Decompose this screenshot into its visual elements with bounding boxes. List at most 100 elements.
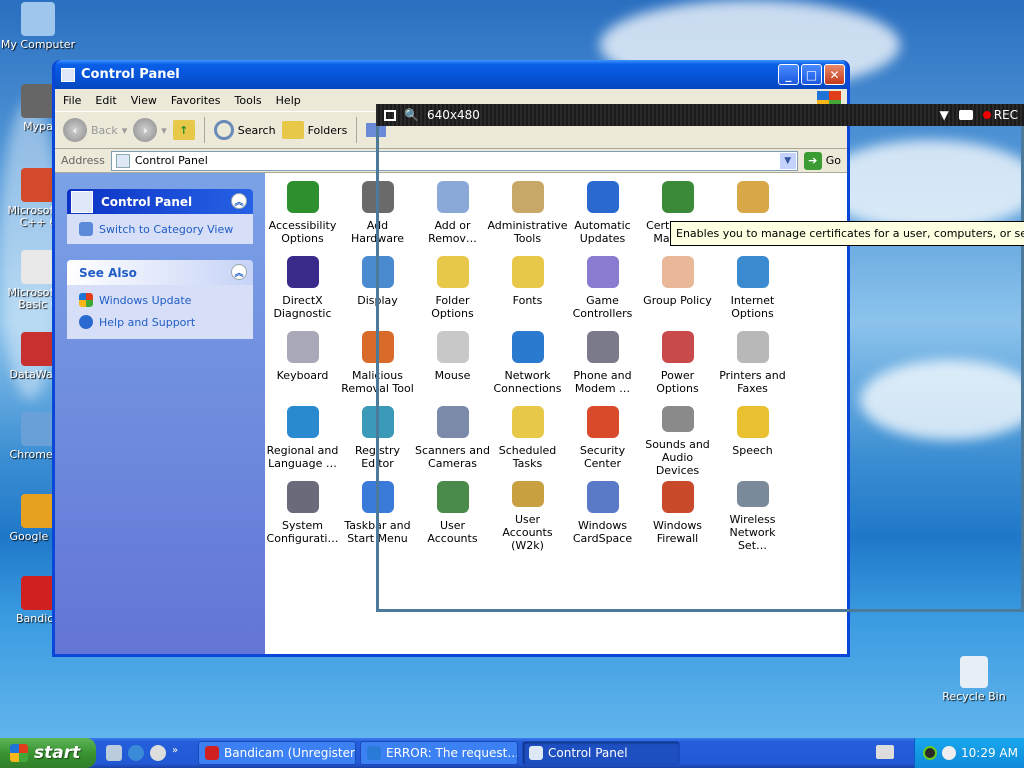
capture-size[interactable]: 640x480 bbox=[427, 108, 480, 122]
rec-button[interactable]: REC bbox=[982, 108, 1018, 122]
media-player-icon[interactable] bbox=[150, 745, 166, 761]
cp-item[interactable]: Fonts bbox=[490, 252, 565, 327]
menu-file[interactable]: File bbox=[63, 94, 81, 107]
cp-item[interactable]: Power Options bbox=[640, 327, 715, 402]
cp-item-label: Speech bbox=[732, 444, 773, 457]
cp-item[interactable]: User Accounts (W2k) bbox=[490, 477, 565, 552]
back-dropdown-icon[interactable]: ▾ bbox=[122, 124, 128, 137]
internet-explorer-icon[interactable] bbox=[128, 745, 144, 761]
network-icon bbox=[511, 331, 544, 363]
menu-view[interactable]: View bbox=[131, 94, 157, 107]
search-button[interactable]: Search bbox=[213, 120, 276, 140]
cp-item-label: Add or Remov… bbox=[428, 219, 477, 245]
help-and-support-link[interactable]: Help and Support bbox=[67, 311, 253, 333]
switch-to-category-view-link[interactable]: Switch to Category View bbox=[67, 214, 253, 244]
cp-item-label: User Accounts bbox=[427, 519, 478, 545]
cp-item[interactable]: Automatic Updates bbox=[565, 177, 640, 252]
keyboard-icon[interactable] bbox=[876, 745, 894, 759]
display-icon bbox=[361, 256, 394, 288]
camera-icon[interactable] bbox=[958, 110, 973, 120]
mypa-icon bbox=[21, 84, 55, 118]
cp-item[interactable]: Add or Remov… bbox=[415, 177, 490, 252]
users-key-icon bbox=[511, 481, 544, 507]
menu-favorites[interactable]: Favorites bbox=[171, 94, 221, 107]
cp-item[interactable]: Internet Options bbox=[715, 252, 790, 327]
address-field[interactable]: Control Panel ▼ bbox=[110, 150, 798, 171]
cp-item[interactable]: Administrative Tools bbox=[487, 177, 568, 252]
cp-item[interactable]: Scanners and Cameras bbox=[415, 402, 490, 477]
up-button[interactable]: ↑ bbox=[172, 120, 195, 140]
start-button[interactable]: start bbox=[0, 738, 96, 768]
cp-item[interactable]: Taskbar and Start Menu bbox=[340, 477, 415, 552]
close-button[interactable]: ✕ bbox=[824, 64, 845, 85]
scheduled-tasks-icon bbox=[511, 406, 544, 438]
cp-item[interactable]: Folder Options bbox=[415, 252, 490, 327]
minimize-button[interactable]: _ bbox=[778, 64, 799, 85]
control-panel-panel-header[interactable]: Control Panel ︽ bbox=[67, 189, 253, 214]
quick-launch-chevron-icon[interactable]: » bbox=[172, 745, 188, 761]
cd-install-icon bbox=[436, 181, 469, 213]
cp-item[interactable]: Group Policy bbox=[640, 252, 715, 327]
system-tray: 10:29 AM bbox=[914, 738, 1024, 768]
cp-item[interactable]: Game Controllers bbox=[565, 252, 640, 327]
forward-button[interactable]: › ▾ bbox=[133, 118, 167, 142]
recycle-bin[interactable]: Recycle Bin bbox=[934, 656, 1014, 703]
control-panel-small-icon bbox=[115, 153, 130, 168]
volume-icon[interactable] bbox=[942, 746, 956, 760]
title-bar[interactable]: Control Panel _ □ ✕ bbox=[55, 60, 847, 89]
cp-item[interactable]: Scheduled Tasks bbox=[490, 402, 565, 477]
cp-item[interactable]: Mouse bbox=[415, 327, 490, 402]
security-shield-icon bbox=[586, 406, 619, 438]
cp-item[interactable]: Registry Editor bbox=[340, 402, 415, 477]
cp-item-label: Automatic Updates bbox=[574, 219, 631, 245]
clock[interactable]: 10:29 AM bbox=[961, 746, 1018, 760]
cp-item[interactable]: Keyboard bbox=[265, 327, 340, 402]
back-button[interactable]: ‹ Back ▾ bbox=[63, 118, 127, 142]
task-button[interactable]: Bandicam (Unregister… bbox=[198, 741, 356, 765]
cp-item[interactable]: Speech bbox=[715, 402, 790, 477]
folders-button[interactable]: Folders bbox=[281, 121, 347, 139]
maximize-button[interactable]: □ bbox=[801, 64, 822, 85]
cp-item[interactable]: Regional and Language … bbox=[265, 402, 340, 477]
chromese-icon bbox=[21, 412, 55, 446]
zoom-icon[interactable]: 🔍 bbox=[404, 108, 419, 122]
window-mode-icon[interactable] bbox=[384, 109, 396, 121]
cp-item[interactable]: Malicious Removal Tool bbox=[340, 327, 415, 402]
address-dropdown-icon[interactable]: ▼ bbox=[779, 152, 796, 169]
menu-tools[interactable]: Tools bbox=[235, 94, 262, 107]
task-button[interactable]: ERROR: The request… bbox=[360, 741, 518, 765]
tray-app-icon[interactable] bbox=[923, 746, 937, 760]
cp-item[interactable]: User Accounts bbox=[415, 477, 490, 552]
cp-item[interactable]: Wireless Network Set… bbox=[715, 477, 790, 552]
firewall-icon bbox=[661, 481, 694, 513]
cp-item[interactable]: Windows CardSpace bbox=[565, 477, 640, 552]
cp-item[interactable]: Display bbox=[340, 252, 415, 327]
cloud bbox=[820, 140, 1024, 230]
cp-item[interactable]: Printers and Faxes bbox=[715, 327, 790, 402]
cp-item[interactable]: Windows Firewall bbox=[640, 477, 715, 552]
group-policy-icon bbox=[661, 256, 694, 288]
bandicam-dropdown-icon[interactable]: ▼ bbox=[939, 108, 948, 122]
show-desktop-icon[interactable] bbox=[106, 745, 122, 761]
task-button[interactable]: Control Panel bbox=[522, 741, 680, 765]
cp-item[interactable]: Security Center bbox=[565, 402, 640, 477]
cp-item[interactable]: System Configurati… bbox=[265, 477, 340, 552]
cp-item-label: Game Controllers bbox=[572, 294, 633, 320]
collapse-chevron-icon[interactable]: ︽ bbox=[231, 193, 247, 209]
cp-item[interactable]: Sounds and Audio Devices bbox=[640, 402, 715, 477]
address-bar: Address Control Panel ▼ ➔ Go bbox=[55, 149, 847, 173]
windows-update-icon bbox=[79, 293, 93, 307]
desktop-icon-my-computer[interactable]: My Computer bbox=[0, 2, 78, 51]
cp-item[interactable]: Add Hardware bbox=[340, 177, 415, 252]
go-button[interactable]: ➔ Go bbox=[803, 151, 841, 170]
see-also-header[interactable]: See Also ︽ bbox=[67, 260, 253, 285]
collapse-chevron-icon[interactable]: ︽ bbox=[231, 264, 247, 280]
menu-help[interactable]: Help bbox=[276, 94, 301, 107]
cp-item[interactable]: Accessibility Options bbox=[265, 177, 340, 252]
printer-icon bbox=[736, 331, 769, 363]
windows-update-link[interactable]: Windows Update bbox=[67, 285, 253, 311]
cp-item[interactable]: Network Connections bbox=[490, 327, 565, 402]
cp-item[interactable]: DirectX Diagnostic bbox=[265, 252, 340, 327]
cp-item[interactable]: Phone and Modem … bbox=[565, 327, 640, 402]
menu-edit[interactable]: Edit bbox=[95, 94, 116, 107]
